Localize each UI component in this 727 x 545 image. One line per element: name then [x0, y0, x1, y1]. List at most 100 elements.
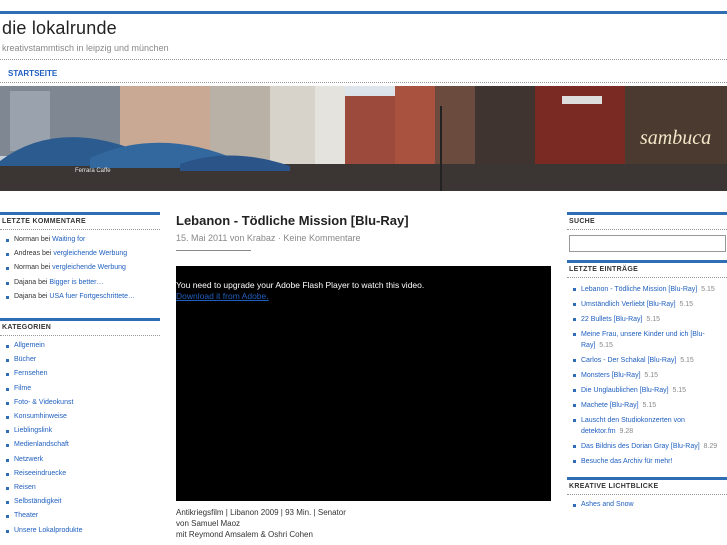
list-item: Carlos - Der Schakal [Blu-Ray] 5.15	[573, 355, 727, 366]
list-item: Lauscht den Studiokonzerten von detektor…	[573, 415, 727, 437]
entry-date: 5.15	[646, 316, 660, 323]
list-item: Lebanon - Tödliche Mission [Blu-Ray] 5.1…	[573, 284, 727, 295]
list-item: Meine Frau, unsere Kinder und ich [Blu-R…	[573, 329, 727, 351]
comment-author: Norman	[14, 236, 39, 243]
list-item: Die Unglaublichen [Blu-Ray] 5.15	[573, 385, 727, 396]
list-item: Allgemein	[6, 339, 160, 353]
post-info-line: mit Reymond Amsalem & Oshri Cohen	[176, 530, 313, 539]
widget-title-recent-comments: LETZTE KOMMENTARE	[0, 212, 160, 230]
list-item: Reiseeindruecke	[6, 467, 160, 481]
entry-link[interactable]: Das Bildnis des Dorian Gray [Blu-Ray]	[581, 443, 700, 450]
post-author-link[interactable]: Krabaz	[247, 233, 276, 243]
recent-comments-list: Norman bei Waiting for Andreas bei vergl…	[0, 230, 160, 310]
top-accent-line	[0, 11, 727, 14]
post-info: Antikriegsfilm | Libanon 2009 | 93 Min. …	[176, 507, 346, 540]
comment-link[interactable]: USA fuer Fortgeschrittete…	[49, 293, 135, 300]
widget-categories: KATEGORIEN Allgemein Bücher Fernsehen Fi…	[0, 318, 160, 544]
sign-ferrara: Ferrara Caffe	[75, 168, 111, 174]
list-item: Bücher	[6, 353, 160, 367]
list-item: Norman bei Waiting for	[6, 233, 160, 247]
entry-date: 5.15	[644, 372, 659, 379]
search-input[interactable]	[569, 235, 726, 252]
list-item: Foto- & Videokunst	[6, 396, 160, 410]
entry-date: 5.15	[701, 286, 715, 293]
entry-date: 5.15	[679, 301, 694, 308]
archive-link[interactable]: Besuche das Archiv für mehr!	[581, 458, 672, 465]
category-link[interactable]: Konsumhinweise	[14, 413, 67, 420]
comment-link[interactable]: Waiting for	[52, 236, 85, 243]
entry-date: 5.15	[599, 342, 613, 349]
entry-date: 8.29	[703, 443, 718, 450]
entry-date: 9.28	[619, 428, 634, 435]
list-item: Fernsehen	[6, 367, 160, 381]
category-link[interactable]: Selbständigkeit	[14, 498, 61, 505]
entry-link[interactable]: Die Unglaublichen [Blu-Ray]	[581, 387, 669, 394]
widget-title-recent-entries: LETZTE EINTRÄGE	[567, 260, 727, 278]
divider	[0, 59, 727, 60]
comment-author: Dajana	[14, 292, 37, 300]
category-link[interactable]: Medienlandschaft	[14, 441, 69, 448]
category-link[interactable]: Reisen	[14, 484, 36, 491]
category-link[interactable]: Netzwerk	[14, 456, 43, 463]
list-item: Ashes and Snow	[573, 498, 727, 512]
divider	[0, 82, 727, 83]
list-item: Netzwerk	[6, 453, 160, 467]
video-player[interactable]: You need to upgrade your Adobe Flash Pla…	[176, 266, 551, 501]
list-item: Unsere Lokalprodukte	[6, 524, 160, 538]
creative-link[interactable]: Ashes and Snow	[581, 501, 634, 508]
post-comments-link[interactable]: Keine Kommentare	[283, 233, 360, 243]
widget-title-creative: KREATIVE LICHTBLICKE	[567, 477, 727, 495]
comment-link[interactable]: vergleichende Werbung	[52, 264, 126, 271]
list-item: Besuche das Archiv für mehr!	[573, 456, 727, 467]
list-item: Machete [Blu-Ray] 5.15	[573, 400, 727, 411]
post-info-line: von Samuel Maoz	[176, 519, 241, 528]
flash-download-link[interactable]: Download it from Adobe.	[176, 291, 269, 301]
right-sidebar: SUCHE LETZTE EINTRÄGE Lebanon - Tödliche…	[567, 212, 727, 518]
list-item: Reisen	[6, 481, 160, 495]
comment-author: Norman	[14, 264, 39, 272]
category-link[interactable]: Bücher	[14, 356, 36, 363]
list-item: Das Bildnis des Dorian Gray [Blu-Ray] 8.…	[573, 441, 727, 452]
entry-link[interactable]: Umständlich Verliebt [Blu-Ray]	[581, 301, 676, 308]
list-item: Norman bei vergleichende Werbung	[6, 261, 160, 275]
post-title[interactable]: Lebanon - Tödliche Mission [Blu-Ray]	[176, 213, 552, 228]
list-item: Dajana bei USA fuer Fortgeschrittete…	[6, 290, 160, 304]
category-link[interactable]: Fernsehen	[14, 370, 47, 377]
category-link[interactable]: Theater	[14, 512, 38, 519]
category-link[interactable]: Reiseeindruecke	[14, 470, 66, 477]
nav-item-startseite[interactable]: STARTSEITE	[8, 69, 57, 78]
widget-search: SUCHE	[567, 212, 727, 252]
category-link[interactable]: Foto- & Videokunst	[14, 399, 73, 406]
list-item: Konsumhinweise	[6, 410, 160, 424]
category-link[interactable]: Lieblingslink	[14, 427, 52, 434]
list-item: 22 Bullets [Blu-Ray] 5.15	[573, 314, 727, 325]
widget-recent-entries: LETZTE EINTRÄGE Lebanon - Tödliche Missi…	[567, 260, 727, 477]
entry-link[interactable]: Carlos - Der Schakal [Blu-Ray]	[581, 357, 676, 364]
site-title[interactable]: die lokalrunde	[2, 18, 117, 39]
list-item: Theater	[6, 509, 160, 523]
list-item: Dajana bei Bigger is better…	[6, 276, 160, 290]
list-item: Medienlandschaft	[6, 438, 160, 452]
list-item: Monsters [Blu-Ray] 5.15	[573, 370, 727, 381]
entry-link[interactable]: Monsters [Blu-Ray]	[581, 372, 641, 379]
list-item: Lieblingslink	[6, 424, 160, 438]
site-description: kreativstammtisch in leipzig und münchen	[2, 43, 169, 53]
post-meta: 15. Mai 2011 von Krabaz · Keine Kommenta…	[176, 233, 361, 243]
post-date: 15. Mai 2011	[176, 233, 228, 243]
entry-link[interactable]: Machete [Blu-Ray]	[581, 402, 639, 409]
entry-link[interactable]: Lebanon - Tödliche Mission [Blu-Ray]	[581, 286, 697, 293]
category-link[interactable]: Unsere Lokalprodukte	[14, 527, 83, 534]
list-item: Umständlich Verliebt [Blu-Ray] 5.15	[573, 299, 727, 310]
entry-date: 5.15	[680, 357, 694, 364]
entry-date: 5.15	[642, 402, 657, 409]
category-link[interactable]: Allgemein	[14, 342, 45, 349]
divider	[176, 250, 251, 251]
category-link[interactable]: Filme	[14, 385, 31, 392]
recent-entries-list: Lebanon - Tödliche Mission [Blu-Ray] 5.1…	[567, 278, 727, 477]
comment-link[interactable]: Bigger is better…	[49, 279, 103, 286]
comment-author: Dajana	[14, 278, 37, 286]
creative-list: Ashes and Snow	[567, 495, 727, 518]
comment-link[interactable]: vergleichende Werbung	[53, 250, 127, 257]
list-item: Filme	[6, 382, 160, 396]
entry-link[interactable]: 22 Bullets [Blu-Ray]	[581, 316, 642, 323]
